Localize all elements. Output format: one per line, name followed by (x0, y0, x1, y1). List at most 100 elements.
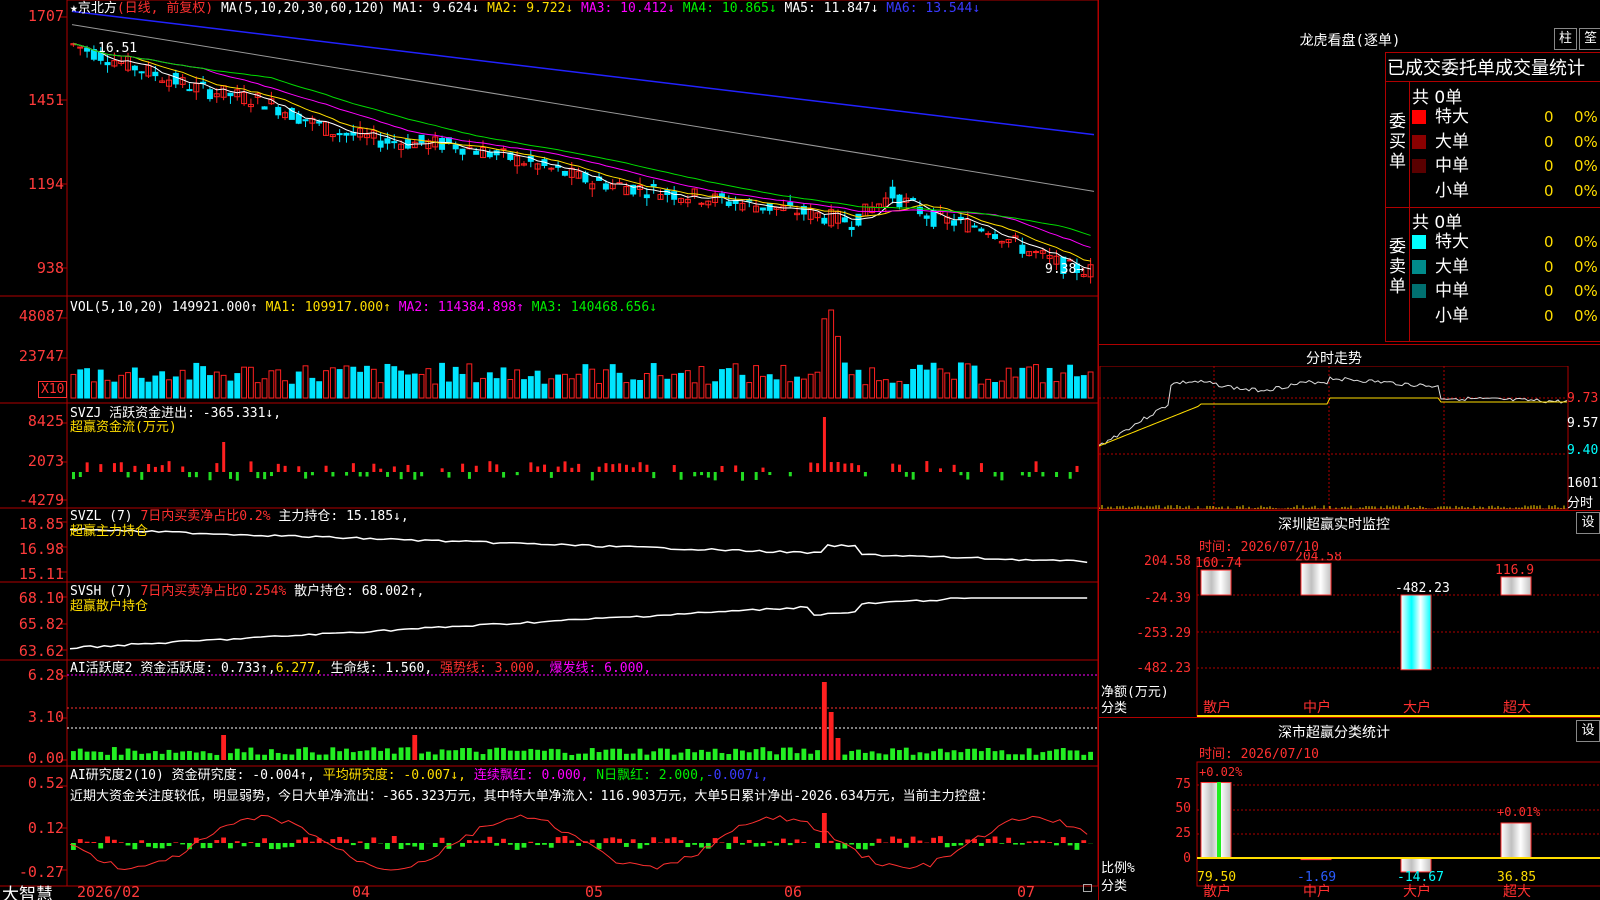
low-price-annotation: 9.38→ (1045, 262, 1085, 277)
ai2-bar (890, 836, 896, 843)
flow-bar (925, 461, 929, 472)
ai1-bar (1060, 748, 1066, 760)
ma5-line (73, 43, 1091, 270)
sz-classify-chart[interactable]: 75 50 25 0 79.50散户 -1.69中户 -14.67大户 36.85超大 +0.0… (1099, 758, 1600, 900)
lhb-tabs[interactable]: 已成交委托单成交量统计 (1387, 54, 1585, 80)
row-qty: 0 (1544, 181, 1554, 200)
volume-bar (275, 369, 282, 399)
flow-bar (440, 468, 444, 472)
vol-ytick: 23747 (18, 347, 64, 365)
ai1-bar (309, 752, 315, 760)
volume-bar (589, 368, 596, 399)
list-toggle-button[interactable]: 筌 (1579, 28, 1600, 50)
ai1-label: AI活跃度2 (70, 661, 133, 676)
ai2-bar (159, 843, 165, 849)
ai2-bar (562, 836, 568, 843)
volume-bar (343, 365, 350, 399)
candle-body (787, 202, 794, 206)
ai1-bar (937, 748, 943, 760)
volume-bar (992, 382, 998, 399)
ai1-bar (651, 751, 657, 760)
ai1-ytick: 6.28 (27, 666, 64, 684)
ai2-bar (146, 843, 151, 847)
volume-bar (282, 380, 288, 399)
bar-toggle-button[interactable]: 柱 (1554, 28, 1577, 50)
candle-body (561, 170, 568, 176)
kline-chart-area[interactable] (0, 0, 1100, 900)
ai2-bar (937, 836, 943, 843)
ai2-bar (494, 843, 500, 846)
ai2-bar (903, 843, 909, 848)
ai1-bar (528, 748, 534, 760)
volume-bar (104, 379, 111, 399)
sz-monitor-chart[interactable]: 204.58 -24.39 -253.29 -482.23 160.74 散户 204.58… (1099, 552, 1600, 718)
row-qty: 0 (1544, 108, 1554, 126)
ai1-bar (453, 750, 459, 760)
candle-body (548, 167, 555, 170)
flow-bar (631, 467, 635, 472)
ai1-bar (1047, 750, 1053, 760)
ai1-bar (439, 749, 445, 760)
ai1-bar (869, 751, 875, 760)
candle-body (848, 226, 855, 230)
ai2-average: 平均研究度: -0.007↓, (322, 768, 467, 783)
ai1-bar (876, 753, 882, 760)
candle-body (275, 106, 282, 116)
divider (1409, 81, 1410, 342)
volume-bar (1053, 381, 1060, 399)
ai2-bar (371, 837, 377, 843)
swatch (1412, 235, 1426, 249)
ma20-line (73, 43, 1091, 248)
sz-settings-button[interactable]: 设 (1576, 512, 1600, 534)
volume-bar (664, 378, 671, 399)
divider (1099, 510, 1600, 511)
volume-bar (609, 364, 616, 399)
intraday-chart[interactable] (1099, 366, 1569, 510)
fl-settings-button[interactable]: 设 (1576, 720, 1600, 742)
ai1-bar (228, 753, 233, 760)
volume-bar (138, 377, 145, 399)
ai1-bar (992, 751, 998, 760)
candle-body (152, 71, 159, 77)
ai1-bar (501, 748, 506, 760)
volume-bar (357, 371, 364, 399)
intraday-ytick: 9.73 (1567, 391, 1599, 406)
intraday-ytick: 9.57 (1567, 416, 1599, 431)
flow-bar (133, 465, 137, 472)
ai2-bar (692, 843, 698, 845)
ai1-bar (98, 751, 104, 760)
ai1-bar (303, 747, 308, 760)
candle-body (889, 186, 896, 199)
flow-bar (966, 472, 970, 480)
ai2-bar (1047, 842, 1053, 843)
candle-body (343, 132, 350, 136)
right-panel: 龙虎看盘(逐单) 柱 筌 已成交委托单成交量统计 委买单 委卖单 共 0单 共 … (1098, 0, 1600, 900)
svsh-ytick: 65.82 (18, 615, 64, 633)
row-name: 特大 (1435, 107, 1469, 127)
ai1-bar (1013, 754, 1018, 760)
ai1-bar (514, 750, 520, 760)
ai1-bar (152, 751, 158, 760)
star-icon[interactable]: ★ (70, 1, 78, 16)
flow-bar (188, 472, 192, 478)
volume-bar (548, 378, 555, 399)
volume-bar (70, 373, 77, 399)
candle-body (473, 150, 480, 155)
ai2-bar (1026, 841, 1032, 843)
vol-ma2: MA2: 114384.898↑ (398, 300, 524, 315)
swatch (1412, 110, 1426, 124)
period-label[interactable]: (日线, 前复权) (117, 1, 213, 16)
volume-bar (534, 370, 541, 399)
intraday-ytick: 9.40 (1567, 443, 1599, 458)
volume-bar (555, 374, 562, 399)
ytick-label: 204.58 (1144, 554, 1191, 569)
ai1-bar (350, 752, 356, 760)
ai2-bar (398, 843, 404, 849)
ai1-bar (985, 748, 991, 760)
svzj-ytick: -4279 (18, 491, 64, 509)
ai2-bar (699, 843, 704, 848)
ai1-bar (746, 752, 752, 760)
volume-bar (125, 372, 131, 399)
lock-icon[interactable] (1083, 884, 1092, 892)
value-label: 79.50 (1197, 870, 1236, 885)
